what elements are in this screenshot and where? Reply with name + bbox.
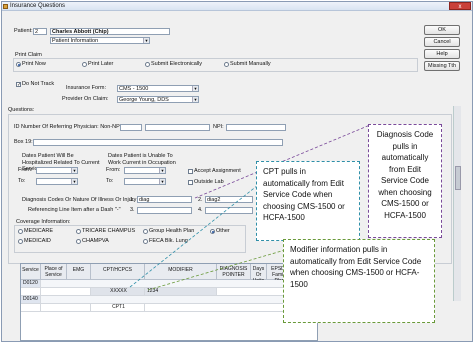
cpt-callout: CPT pulls in automatically from Edit Ser…: [256, 161, 360, 241]
modifier-connector: [147, 249, 286, 291]
diagnosis-callout: Diagnosis Code pulls in automatically fr…: [368, 124, 442, 238]
modifier-callout: Modifier information pulls in automatica…: [283, 239, 435, 323]
cpt-connector: [129, 184, 259, 288]
